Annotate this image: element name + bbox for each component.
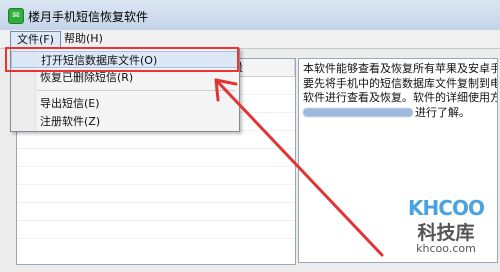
menu-separator xyxy=(37,90,235,91)
menu-help[interactable]: 帮助(H) xyxy=(58,31,109,47)
row-divider xyxy=(17,166,295,167)
info-line-last: 进行了解。 xyxy=(303,106,495,121)
watermark-cn: 科技库 xyxy=(417,222,475,244)
watermark-logo: KHCOO 科技库 khcoo.com xyxy=(406,196,486,266)
title-bar: ✉ 楼月手机短信恢复软件 xyxy=(0,0,500,30)
info-line: 软件进行查看及恢复。软件的详细使用方法 xyxy=(303,91,498,104)
row-divider xyxy=(17,202,295,203)
menu-item-register[interactable]: 注册软件(Z) xyxy=(11,113,239,130)
blurred-link[interactable] xyxy=(303,108,413,117)
info-tail: 进行了解。 xyxy=(415,105,470,119)
row-divider xyxy=(17,238,295,239)
watermark-url: khcoo.com xyxy=(416,242,476,255)
highlight-box xyxy=(5,47,239,72)
row-divider xyxy=(17,220,295,221)
window-title: 楼月手机短信恢复软件 xyxy=(28,10,149,24)
info-line: 要先将手机中的短信数据库文件复制到电脑 xyxy=(303,76,498,90)
row-divider xyxy=(17,148,295,149)
watermark-brand: KHCOO xyxy=(408,196,485,220)
info-line: 本软件能够查看及恢复所有苹果及安卓手机 xyxy=(303,62,498,75)
row-divider xyxy=(17,184,295,185)
menu-item-export[interactable]: 导出短信(E) xyxy=(11,95,239,112)
sms-app-icon: ✉ xyxy=(8,8,24,24)
